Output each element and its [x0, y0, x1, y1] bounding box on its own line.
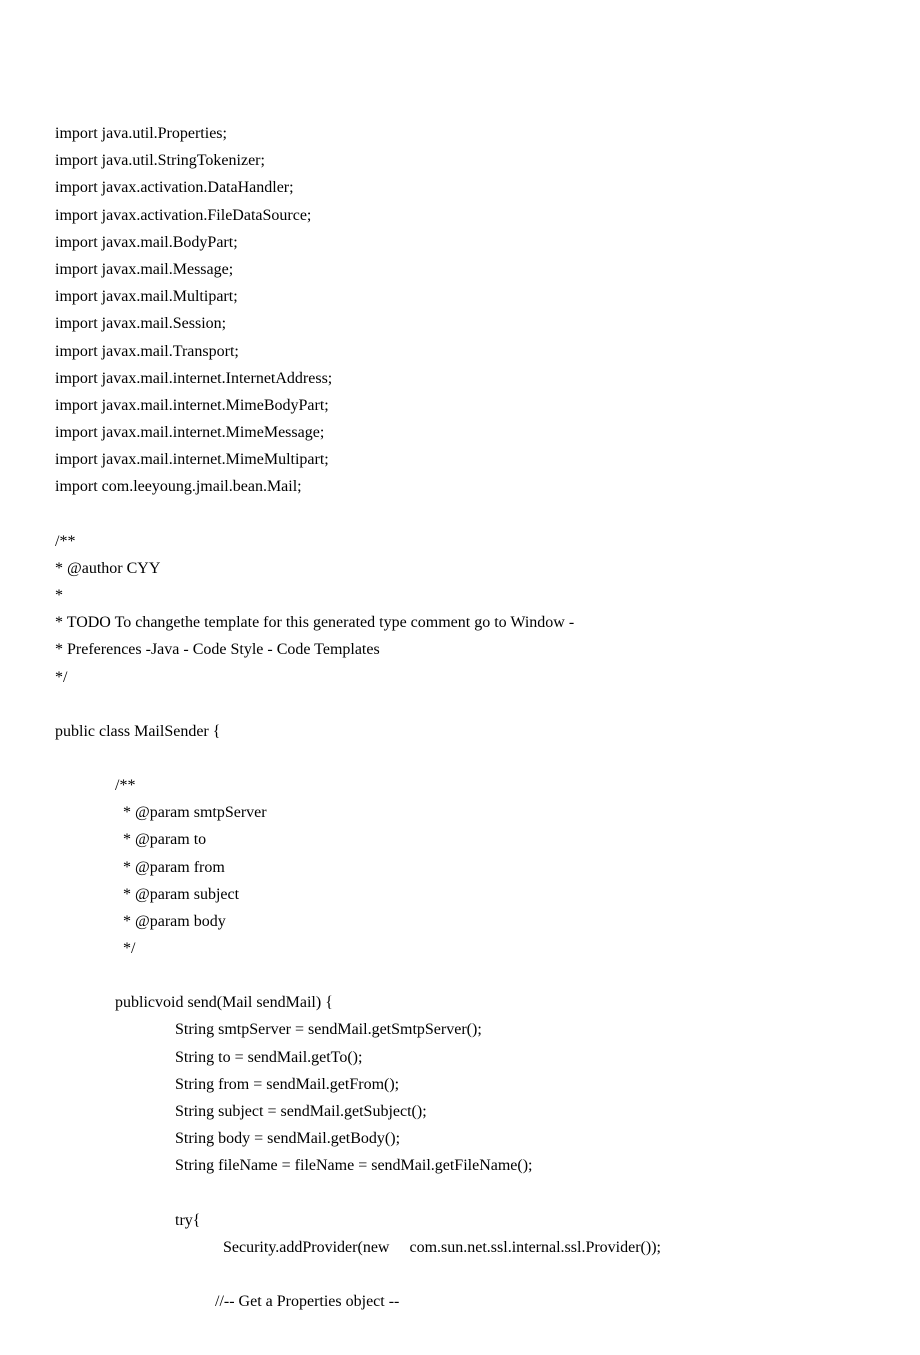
code-line: public class MailSender {	[55, 718, 865, 745]
code-line: * TODO To changethe template for this ge…	[55, 609, 865, 636]
code-line: import javax.mail.internet.MimeBodyPart;	[55, 392, 865, 419]
code-line: */	[55, 935, 865, 962]
code-line: * Preferences -Java - Code Style - Code …	[55, 636, 865, 663]
code-line: import javax.mail.internet.MimeMultipart…	[55, 446, 865, 473]
code-line: * @param to	[55, 826, 865, 853]
code-block: import java.util.Properties;import java.…	[55, 120, 865, 1315]
code-line: import javax.mail.Transport;	[55, 338, 865, 365]
code-line: import javax.mail.BodyPart;	[55, 229, 865, 256]
code-line: String fileName = fileName = sendMail.ge…	[55, 1152, 865, 1179]
code-line: import javax.activation.DataHandler;	[55, 174, 865, 201]
code-line: * @param subject	[55, 881, 865, 908]
code-line	[55, 501, 865, 528]
code-line	[55, 962, 865, 989]
code-line: * @param smtpServer	[55, 799, 865, 826]
code-line: *	[55, 582, 865, 609]
code-line: /**	[55, 528, 865, 555]
code-line: import javax.mail.Multipart;	[55, 283, 865, 310]
code-line: try{	[55, 1207, 865, 1234]
code-line: import javax.mail.internet.MimeMessage;	[55, 419, 865, 446]
code-line: String smtpServer = sendMail.getSmtpServ…	[55, 1016, 865, 1043]
code-line: * @param from	[55, 854, 865, 881]
code-line: String subject = sendMail.getSubject();	[55, 1098, 865, 1125]
code-line: import java.util.Properties;	[55, 120, 865, 147]
code-line	[55, 1261, 865, 1288]
code-line: String from = sendMail.getFrom();	[55, 1071, 865, 1098]
code-line: String body = sendMail.getBody();	[55, 1125, 865, 1152]
code-line	[55, 1180, 865, 1207]
code-line: import javax.mail.Session;	[55, 310, 865, 337]
code-line	[55, 745, 865, 772]
code-line: String to = sendMail.getTo();	[55, 1044, 865, 1071]
code-line	[55, 691, 865, 718]
code-line: import javax.mail.Message;	[55, 256, 865, 283]
code-line: import javax.mail.internet.InternetAddre…	[55, 365, 865, 392]
code-line: Security.addProvider(new com.sun.net.ssl…	[55, 1234, 865, 1261]
code-line: import java.util.StringTokenizer;	[55, 147, 865, 174]
code-line: import com.leeyoung.jmail.bean.Mail;	[55, 473, 865, 500]
code-line: */	[55, 664, 865, 691]
code-line: * @param body	[55, 908, 865, 935]
code-line: import javax.activation.FileDataSource;	[55, 202, 865, 229]
code-line: * @author CYY	[55, 555, 865, 582]
code-line: /**	[55, 772, 865, 799]
code-line: publicvoid send(Mail sendMail) {	[55, 989, 865, 1016]
